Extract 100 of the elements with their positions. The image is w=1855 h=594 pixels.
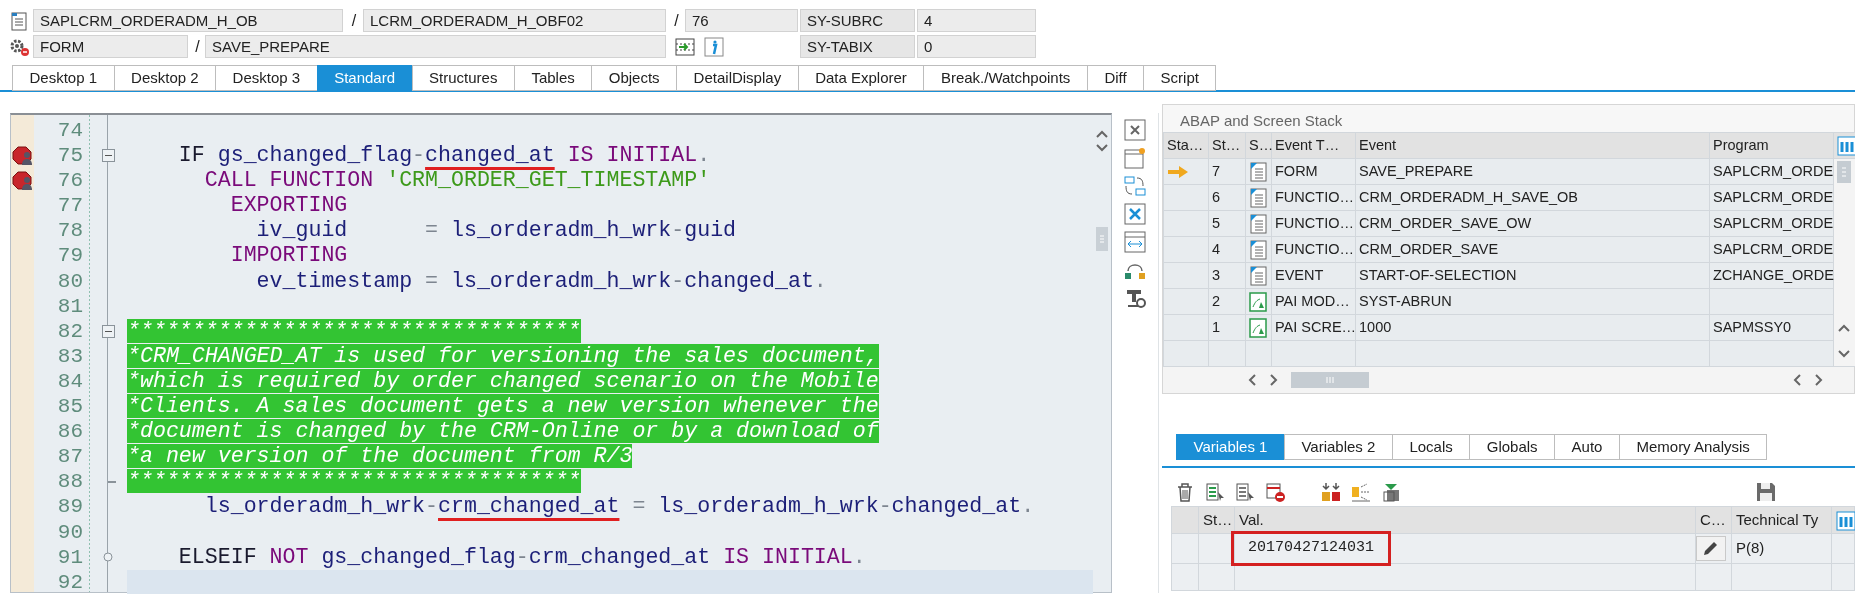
fullscreen-icon[interactable] (1124, 203, 1146, 225)
merge-icon[interactable] (1321, 482, 1341, 502)
tab[interactable]: Standard (316, 65, 412, 91)
code-line: IF gs_changed_flag-changed_at IS INITIAL. (177, 143, 711, 169)
line-number: 75 (56, 143, 84, 169)
remove-row-icon[interactable] (1265, 482, 1285, 502)
scroll-down-icon[interactable] (1095, 143, 1109, 153)
tab[interactable]: Locals (1391, 434, 1470, 460)
line-number: 88 (56, 469, 84, 495)
field-value: FORM (33, 35, 188, 58)
tab[interactable]: Desktop 1 (12, 65, 114, 91)
table-cell: FORM (1271, 158, 1356, 185)
tab[interactable]: Globals (1469, 434, 1555, 460)
list-cursor-icon[interactable] (1235, 482, 1255, 502)
panel-title: ABAP and Screen Stack (1179, 111, 1344, 131)
line-number: 90 (56, 519, 84, 545)
scroll-thumb[interactable] (1325, 376, 1335, 384)
table-cell: FUNCTIO… (1271, 184, 1356, 211)
column-header[interactable]: S… (1245, 132, 1272, 159)
pencil-icon (1702, 539, 1720, 558)
table-cell: SAPLCRM_ORDE (1709, 158, 1834, 185)
table-cell: CRM_ORDERADM_H_SAVE_OB (1355, 184, 1710, 211)
column-header[interactable]: St… (1208, 132, 1246, 159)
table-cell: SYST-ABRUN (1355, 288, 1710, 315)
line-number: 92 (56, 569, 84, 594)
scroll-right-icon[interactable] (1269, 373, 1279, 387)
scroll-up-icon[interactable] (1837, 322, 1851, 333)
tab[interactable]: Variables 2 (1283, 434, 1392, 460)
line-number: 82 (56, 318, 84, 344)
scroll-left-icon[interactable] (1792, 373, 1802, 387)
table-cell: SAPLCRM_ORDE (1709, 236, 1834, 263)
column-header[interactable]: C… (1695, 506, 1732, 534)
scroll-right-icon[interactable] (1814, 373, 1824, 387)
tab[interactable]: DetailDisplay (676, 65, 798, 91)
tab[interactable]: Data Explorer (797, 65, 924, 91)
table-cell: 6 (1208, 184, 1246, 211)
table-cell: 3 (1208, 262, 1246, 289)
line-number: 85 (56, 394, 84, 420)
code-line: IMPORTING (229, 243, 348, 269)
columns-icon[interactable] (1836, 510, 1855, 531)
line-number: 84 (56, 368, 84, 395)
field-value: SAVE_PREPARE (205, 35, 666, 58)
tab[interactable]: Auto (1554, 434, 1619, 460)
source-code-icon (9, 10, 29, 31)
tab[interactable]: Tables (513, 65, 592, 91)
filter-icon[interactable] (1381, 482, 1401, 502)
resize-icon[interactable] (1124, 231, 1146, 253)
enter-icon[interactable] (674, 36, 696, 57)
table-cell: P(8) (1731, 533, 1832, 563)
tab[interactable]: Desktop 3 (215, 65, 317, 91)
scroll-left-icon[interactable] (1247, 373, 1257, 387)
field-value: 0 (917, 35, 1036, 58)
column-header[interactable]: Technical Ty (1731, 506, 1832, 534)
columns-icon[interactable] (1837, 135, 1855, 156)
system-field-label: SY-TABIX (800, 35, 915, 58)
value-text: 20170427124031 (1234, 534, 1389, 563)
table-cell: EVENT (1271, 262, 1356, 289)
table-cell: PAI SCRE… (1271, 314, 1356, 341)
list-cursor-icon[interactable] (1205, 482, 1225, 502)
column-header[interactable]: Sta… (1163, 132, 1209, 159)
save-icon[interactable] (1755, 481, 1777, 503)
tools-icon[interactable] (1124, 287, 1146, 309)
tab[interactable]: Script (1143, 65, 1217, 91)
swap-icon[interactable] (1124, 175, 1146, 197)
scroll-down-icon[interactable] (1837, 348, 1851, 359)
column-header[interactable]: Event T… (1271, 132, 1356, 159)
tab[interactable]: Structures (411, 65, 514, 91)
info-icon[interactable] (704, 36, 724, 57)
line-number: 79 (56, 243, 84, 269)
line-number: 89 (56, 494, 84, 520)
table-cell: CRM_ORDER_SAVE_OW (1355, 210, 1710, 237)
edit-button[interactable] (1696, 535, 1726, 561)
table-cell: SAVE_PREPARE (1355, 158, 1710, 185)
tab[interactable]: Variables 1 (1176, 434, 1284, 460)
line-number: 80 (56, 268, 84, 294)
tab[interactable]: Memory Analysis (1618, 434, 1768, 460)
delete-icon[interactable] (1175, 482, 1195, 502)
scroll-thumb[interactable] (1837, 160, 1851, 183)
line-number: 78 (56, 218, 84, 244)
column-header[interactable]: Event (1355, 132, 1710, 159)
scroll-up-icon[interactable] (1095, 129, 1109, 139)
code-line: CALL FUNCTION 'CRM_ORDER_GET_TIMESTAMP' (203, 168, 711, 194)
collapse-icon[interactable] (101, 149, 115, 163)
system-field-label: SY-SUBRC (800, 9, 915, 32)
tab[interactable]: Break./Watchpoints (923, 65, 1087, 91)
close-icon[interactable] (1124, 119, 1146, 141)
table-cell: SAPLCRM_ORDE (1709, 210, 1834, 237)
tab[interactable]: Desktop 2 (113, 65, 216, 91)
field-value: SAPLCRM_ORDERADM_H_OB (33, 9, 343, 32)
column-header[interactable]: St… (1198, 506, 1235, 534)
line-number: 86 (56, 419, 84, 445)
tab[interactable]: Diff (1086, 65, 1144, 91)
table-cell: SAPMSSY0 (1709, 314, 1834, 341)
scroll-thumb[interactable] (1099, 234, 1105, 244)
column-header[interactable]: Val. (1234, 506, 1696, 534)
line-number: 91 (56, 544, 84, 570)
table-cell: PAI MOD… (1271, 288, 1356, 315)
column-header[interactable]: Program (1709, 132, 1834, 159)
collapse-icon[interactable] (101, 324, 115, 338)
tab[interactable]: Objects (591, 65, 677, 91)
